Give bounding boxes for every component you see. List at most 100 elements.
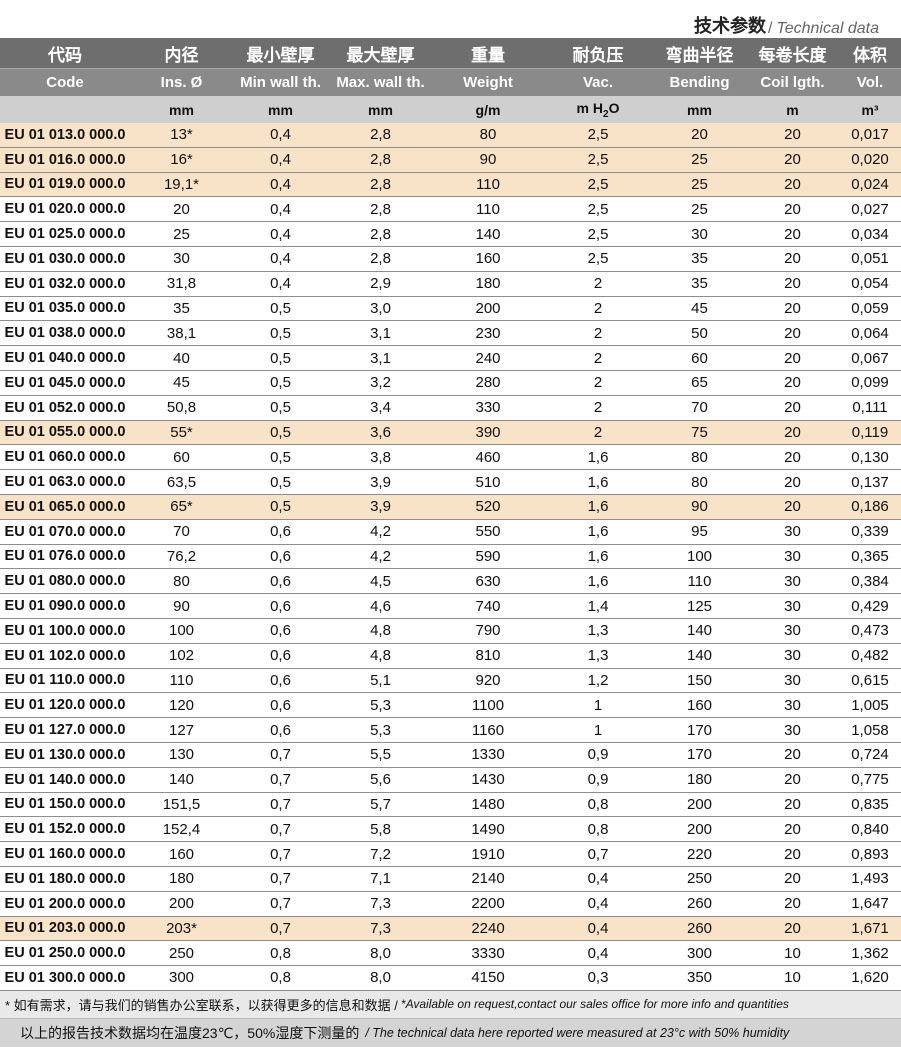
cell-volume: 0,137 (839, 469, 901, 495)
title-separator: / (767, 20, 773, 37)
cell-volume: 0,020 (839, 147, 901, 173)
cell-code: EU 01 110.0 000.0 (0, 668, 130, 694)
header-zh-volume: 体积 (839, 38, 901, 69)
cell-inner-diameter: 180 (130, 866, 233, 892)
cell-bending: 75 (653, 420, 746, 446)
table-row: EU 01 150.0 000.0 151,5 0,7 5,7 1480 0,8 200 20… (0, 792, 901, 818)
cell-inner-diameter: 31,8 (130, 271, 233, 297)
title-en: Technical data (776, 20, 879, 37)
cell-weight: 3330 (433, 940, 543, 967)
cell-max-wall: 2,8 (328, 123, 433, 148)
cell-min-wall: 0,7 (233, 841, 328, 867)
cell-vacuum: 1 (543, 692, 653, 719)
cell-coil-length: 20 (746, 916, 839, 942)
cell-weight: 740 (433, 593, 543, 619)
cell-coil-length: 20 (746, 395, 839, 421)
cell-volume: 0,339 (839, 519, 901, 545)
cell-bending: 80 (653, 469, 746, 495)
cell-coil-length: 20 (746, 246, 839, 272)
cell-inner-diameter: 20 (130, 196, 233, 223)
cell-min-wall: 0,4 (233, 271, 328, 297)
cell-inner-diameter: 130 (130, 742, 233, 768)
cell-bending: 35 (653, 271, 746, 297)
cell-volume: 0,064 (839, 320, 901, 347)
cell-min-wall: 0,4 (233, 221, 328, 247)
cell-volume: 0,034 (839, 221, 901, 247)
cell-coil-length: 20 (746, 271, 839, 297)
cell-max-wall: 2,8 (328, 246, 433, 272)
cell-coil-length: 20 (746, 792, 839, 818)
cell-inner-diameter: 38,1 (130, 320, 233, 347)
cell-volume: 0,119 (839, 420, 901, 446)
cell-vacuum: 1,6 (543, 568, 653, 595)
cell-vacuum: 2,5 (543, 221, 653, 247)
cell-inner-diameter: 127 (130, 717, 233, 743)
header-en-max-wall: Max. wall th. (328, 68, 433, 96)
cell-min-wall: 0,7 (233, 767, 328, 793)
cell-code: EU 01 070.0 000.0 (0, 519, 130, 545)
cell-volume: 1,671 (839, 916, 901, 942)
cell-inner-diameter: 30 (130, 246, 233, 272)
cell-weight: 1490 (433, 816, 543, 843)
cell-weight: 1910 (433, 841, 543, 867)
cell-inner-diameter: 40 (130, 345, 233, 371)
cell-min-wall: 0,5 (233, 420, 328, 446)
table-row: EU 01 152.0 000.0 152,4 0,7 5,8 1490 0,8 200 20… (0, 816, 901, 843)
cell-code: EU 01 030.0 000.0 (0, 246, 130, 272)
cell-inner-diameter: 55* (130, 420, 233, 446)
cell-volume: 1,620 (839, 965, 901, 991)
cell-weight: 180 (433, 271, 543, 297)
cell-weight: 510 (433, 469, 543, 495)
cell-max-wall: 3,9 (328, 469, 433, 495)
cell-volume: 1,647 (839, 891, 901, 917)
cell-code: EU 01 127.0 000.0 (0, 717, 130, 743)
cell-inner-diameter: 200 (130, 891, 233, 917)
cell-weight: 4150 (433, 965, 543, 991)
table-row: EU 01 180.0 000.0 180 0,7 7,1 2140 0,4 250 20 1,… (0, 866, 901, 892)
cell-volume: 0,024 (839, 172, 901, 198)
cell-weight: 240 (433, 345, 543, 371)
cell-inner-diameter: 19,1* (130, 172, 233, 198)
cell-coil-length: 20 (746, 494, 839, 520)
cell-max-wall: 4,6 (328, 593, 433, 619)
cell-coil-length: 20 (746, 370, 839, 396)
availability-footnote: * 如有需求，请与我们的销售办公室联系，以获得更多的信息和数据 / *Avail… (0, 990, 901, 1019)
cell-weight: 200 (433, 296, 543, 322)
cell-coil-length: 20 (746, 816, 839, 843)
cell-vacuum: 2 (543, 420, 653, 446)
unit-vacuum: m H2O (543, 96, 653, 123)
cell-vacuum: 1,3 (543, 618, 653, 644)
cell-code: EU 01 020.0 000.0 (0, 196, 130, 223)
cell-max-wall: 5,6 (328, 767, 433, 793)
header-en-coil-length: Coil lgth. (746, 68, 839, 96)
footnote-zh: * 如有需求，请与我们的销售办公室联系，以获得更多的信息和数据 / (5, 997, 398, 1013)
cell-weight: 2240 (433, 916, 543, 942)
footnote-en: *Available on request,contact our sales … (400, 997, 789, 1012)
cell-vacuum: 2 (543, 320, 653, 347)
cell-bending: 30 (653, 221, 746, 247)
cell-weight: 90 (433, 147, 543, 173)
cell-volume: 0,130 (839, 444, 901, 471)
cell-max-wall: 8,0 (328, 940, 433, 967)
cell-code: EU 01 038.0 000.0 (0, 320, 130, 347)
cell-coil-length: 20 (746, 221, 839, 247)
cell-inner-diameter: 140 (130, 767, 233, 793)
header-en-vacuum: Vac. (543, 68, 653, 96)
table-row: EU 01 013.0 000.0 13* 0,4 2,8 80 2,5 20 20 0,017 (0, 123, 901, 148)
cell-max-wall: 3,9 (328, 494, 433, 520)
cell-min-wall: 0,4 (233, 147, 328, 173)
header-en-bending: Bending (653, 68, 746, 96)
cell-coil-length: 20 (746, 147, 839, 173)
cell-weight: 2200 (433, 891, 543, 917)
cell-volume: 0,054 (839, 271, 901, 297)
cell-vacuum: 1,6 (543, 469, 653, 495)
cell-min-wall: 0,5 (233, 320, 328, 347)
cell-bending: 140 (653, 618, 746, 644)
table-row: EU 01 035.0 000.0 35 0,5 3,0 200 2 45 20 0,059 (0, 296, 901, 322)
cell-weight: 390 (433, 420, 543, 446)
table-row: EU 01 063.0 000.0 63,5 0,5 3,9 510 1,6 80 20 0,1… (0, 469, 901, 495)
cell-code: EU 01 076.0 000.0 (0, 544, 130, 570)
table-row: EU 01 045.0 000.0 45 0,5 3,2 280 2 65 20 0,099 (0, 370, 901, 396)
cell-inner-diameter: 160 (130, 841, 233, 867)
cell-code: EU 01 065.0 000.0 (0, 494, 130, 520)
